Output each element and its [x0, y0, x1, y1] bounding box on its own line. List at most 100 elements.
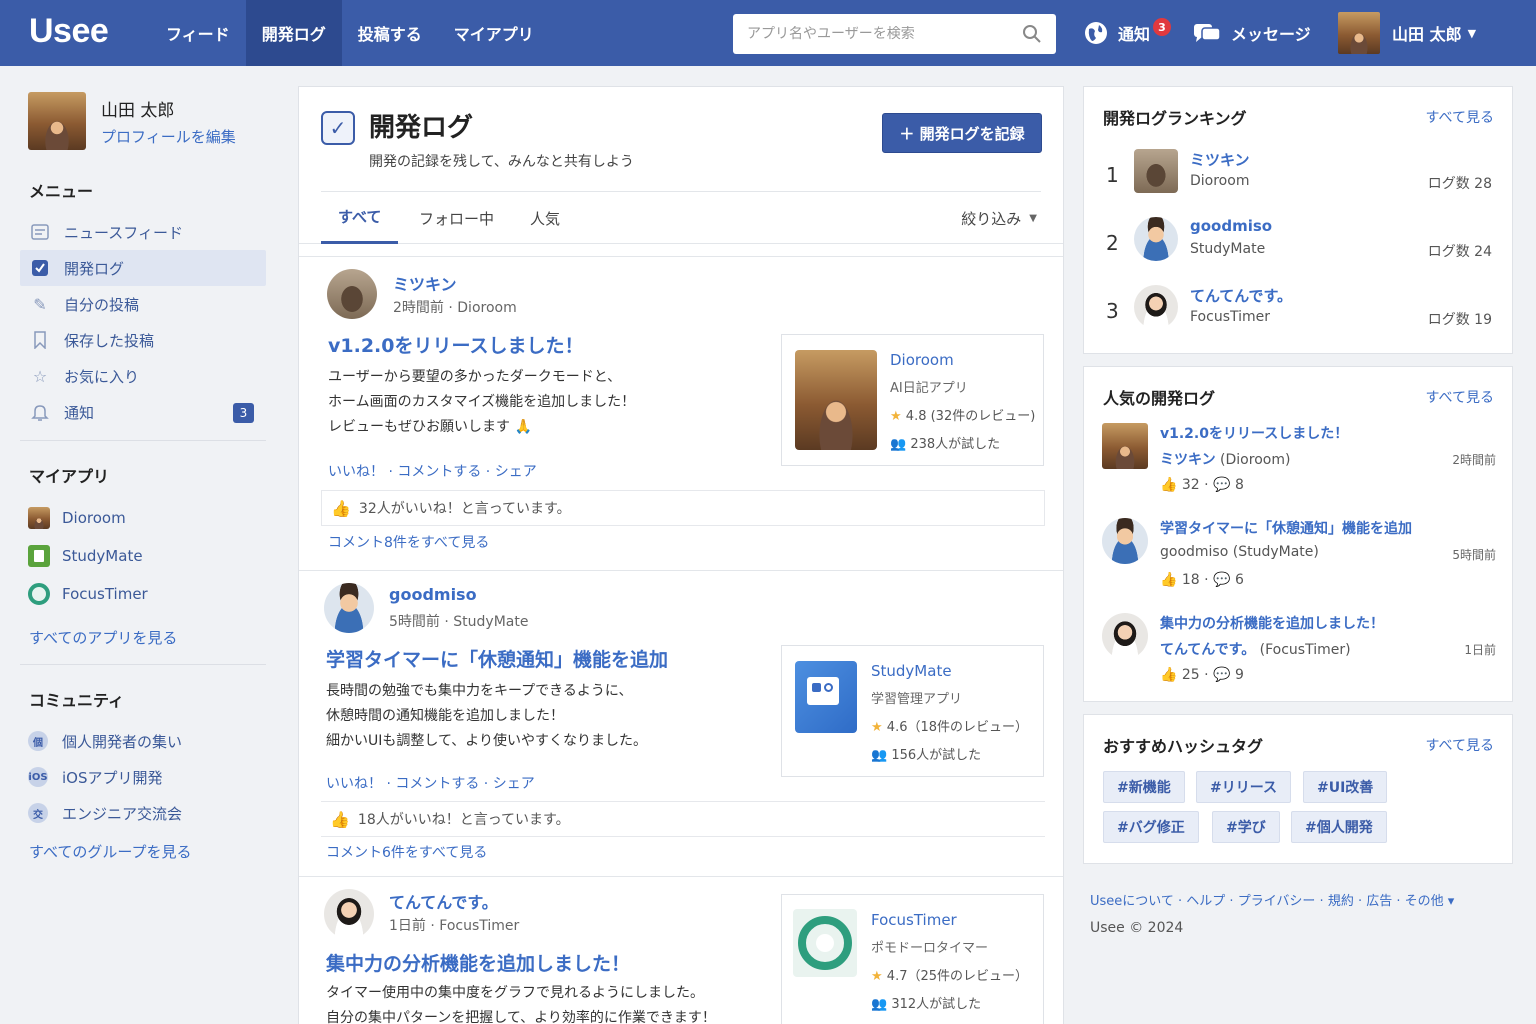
notify-button[interactable]: 通知 3	[1084, 0, 1171, 66]
view-comments-link[interactable]: コメント6件をすべて見る	[326, 842, 487, 862]
author-name[interactable]: てんてんです。	[1160, 642, 1255, 658]
all-apps-link[interactable]: すべてのアプリを見る	[20, 627, 266, 648]
post-title[interactable]: 集中力の分析機能を追加しました！	[326, 949, 630, 976]
like-count: 25	[1181, 667, 1200, 683]
search-box	[733, 14, 1056, 54]
new-devlog-button[interactable]: ＋ 開発ログを記録	[882, 113, 1042, 153]
post-app[interactable]: Dioroom	[457, 300, 516, 316]
app-name[interactable]: Dioroom	[890, 351, 954, 369]
hashtag-chip[interactable]: #学び	[1212, 811, 1280, 843]
menu-newsfeed[interactable]: ニュースフィード	[20, 214, 266, 250]
post-app[interactable]: FocusTimer	[439, 918, 519, 934]
author-name[interactable]: ミツキン	[1160, 452, 1216, 468]
tab-popular[interactable]: 人気	[530, 192, 560, 244]
notification-count-badge: 3	[233, 403, 254, 423]
comment-count: 8	[1234, 477, 1244, 493]
nav-myapps[interactable]: マイアプリ	[438, 0, 550, 66]
menu-saved[interactable]: 保存した投稿	[20, 322, 266, 358]
page-header: ✓ 開発ログ 開発の記録を残して、みんなと共有しよう ＋ 開発ログを記録	[299, 87, 1063, 191]
tab-all[interactable]: すべて	[321, 192, 399, 244]
nav-post[interactable]: 投稿する	[342, 0, 438, 66]
app-dioroom[interactable]: Dioroom	[20, 499, 266, 537]
share-link[interactable]: シェア	[495, 464, 537, 480]
hashtag-chip[interactable]: #UI改善	[1303, 771, 1388, 803]
post-title[interactable]: v1.2.0をリリースしました！	[328, 331, 584, 358]
popular-item[interactable]: 集中力の分析機能を追加しました！ てんてんです。 (FocusTimer) 1日…	[1084, 613, 1514, 693]
ranking-see-all[interactable]: すべて見る	[1426, 107, 1494, 127]
menu-favorites[interactable]: ☆ お気に入り	[20, 358, 266, 394]
nav-devlog[interactable]: 開発ログ	[245, 0, 342, 66]
bookmark-icon	[30, 330, 50, 350]
messages-button[interactable]: メッセージ	[1193, 0, 1311, 66]
rank-name[interactable]: てんてんです。	[1190, 285, 1292, 306]
popular-see-all[interactable]: すべて見る	[1426, 387, 1494, 407]
tried-text: 312人が試した	[891, 997, 982, 1012]
post-app[interactable]: StudyMate	[453, 614, 528, 630]
logo[interactable]: Usee	[29, 12, 109, 51]
popular-stats: 👍 25 · 💬 9	[1160, 667, 1244, 683]
share-link[interactable]: シェア	[493, 776, 535, 792]
tab-following[interactable]: フォロー中	[419, 192, 494, 244]
hashtag-chip[interactable]: #新機能	[1103, 771, 1185, 803]
hashtag-see-all[interactable]: すべて見る	[1426, 735, 1494, 755]
nav-feed[interactable]: フィード	[150, 0, 246, 66]
user-menu[interactable]: 山田 太郎 ▼	[1338, 0, 1476, 66]
app-focustimer[interactable]: FocusTimer	[20, 575, 266, 613]
menu-notifications[interactable]: 通知 3	[20, 394, 266, 430]
search-input[interactable]	[747, 26, 1022, 42]
hashtag-chip[interactable]: #バグ修正	[1103, 811, 1199, 843]
author-name[interactable]: ミツキン	[393, 271, 457, 295]
hashtag-chip[interactable]: #リリース	[1196, 771, 1292, 803]
group-ios-dev[interactable]: iOS iOSアプリ開発	[20, 759, 266, 795]
group-engineer-meetup[interactable]: 交 エンジニア交流会	[20, 795, 266, 831]
globe-icon	[1085, 22, 1107, 44]
rank-name[interactable]: goodmiso	[1190, 217, 1272, 235]
author-avatar[interactable]	[324, 583, 374, 633]
popular-post-title[interactable]: 学習タイマーに「休憩通知」機能を追加	[1160, 518, 1412, 538]
rank-count: ログ数 28	[1427, 176, 1492, 192]
author-avatar[interactable]	[324, 889, 374, 939]
profile-avatar[interactable]	[28, 92, 86, 150]
post-title[interactable]: 学習タイマーに「休憩通知」機能を追加	[326, 645, 668, 672]
app-name[interactable]: FocusTimer	[871, 911, 957, 929]
comment-link[interactable]: コメントする	[397, 464, 481, 480]
group-indie-dev[interactable]: 個 個人開発者の集い	[20, 723, 266, 759]
app-category: ポモドーロタイマー	[871, 941, 989, 956]
popular-item[interactable]: 学習タイマーに「休憩通知」機能を追加 goodmiso (StudyMate) …	[1084, 518, 1514, 598]
menu-devlog[interactable]: 開発ログ	[20, 250, 266, 286]
edit-profile-link[interactable]: プロフィールを編集	[101, 126, 236, 147]
filter-dropdown[interactable]: 絞り込み ▼	[961, 192, 1037, 244]
app-rating: ★ 4.6（18件のレビュー）	[871, 716, 1028, 735]
popular-item[interactable]: v1.2.0をリリースしました！ ミツキン (Dioroom) 2時間前 👍 3…	[1084, 423, 1514, 503]
app-card[interactable]: Dioroom AI日記アプリ ★ 4.8 (32件のレビュー) 👥 238人が…	[781, 334, 1044, 466]
view-comments-link[interactable]: コメント8件をすべて見る	[328, 532, 489, 552]
hashtag-chip[interactable]: #個人開発	[1291, 811, 1387, 843]
search-icon[interactable]	[1022, 24, 1042, 44]
all-groups-link[interactable]: すべてのグループを見る	[20, 841, 266, 862]
author-avatar[interactable]	[327, 269, 377, 319]
app-name[interactable]: StudyMate	[871, 662, 952, 680]
post-card: ミツキン 2時間前 · Dioroom v1.2.0をリリースしました！ ユーザ…	[299, 256, 1063, 570]
ranking-row[interactable]: 3 てんてんです。 FocusTimer ログ数 19	[1084, 285, 1514, 345]
author-name[interactable]: てんてんです。	[389, 889, 498, 913]
comment-link[interactable]: コメントする	[395, 776, 479, 792]
like-link[interactable]: いいね！	[326, 776, 382, 792]
author-name[interactable]: goodmiso	[389, 585, 477, 604]
popular-post-title[interactable]: 集中力の分析機能を追加しました！	[1160, 613, 1384, 633]
app-card[interactable]: StudyMate 学習管理アプリ ★ 4.6（18件のレビュー） 👥 156人…	[781, 645, 1044, 777]
footer-links[interactable]: Useeについて · ヘルプ · プライバシー · 規約 · 広告 · その他 …	[1090, 890, 1454, 909]
menu-my-posts[interactable]: ✎ 自分の投稿	[20, 286, 266, 322]
app-studymate[interactable]: StudyMate	[20, 537, 266, 575]
rank-app: FocusTimer	[1190, 309, 1271, 325]
rank-name[interactable]: ミツキン	[1190, 149, 1250, 170]
popular-time: 1日前	[1464, 643, 1496, 657]
thumbs-up-icon: 👍	[1160, 667, 1178, 683]
app-card[interactable]: FocusTimer ポモドーロタイマー ★ 4.7（25件のレビュー） 👥 3…	[781, 894, 1044, 1024]
like-link[interactable]: いいね！	[328, 464, 384, 480]
popular-post-title[interactable]: v1.2.0をリリースしました！	[1160, 423, 1348, 443]
ranking-row[interactable]: 2 goodmiso StudyMate ログ数 24	[1084, 217, 1514, 277]
studymate-app-icon	[28, 545, 50, 567]
author-name[interactable]: goodmiso	[1160, 544, 1228, 560]
ranking-row[interactable]: 1 ミツキン Dioroom ログ数 28	[1084, 149, 1514, 209]
post-meta: 2時間前 · Dioroom	[393, 300, 517, 316]
